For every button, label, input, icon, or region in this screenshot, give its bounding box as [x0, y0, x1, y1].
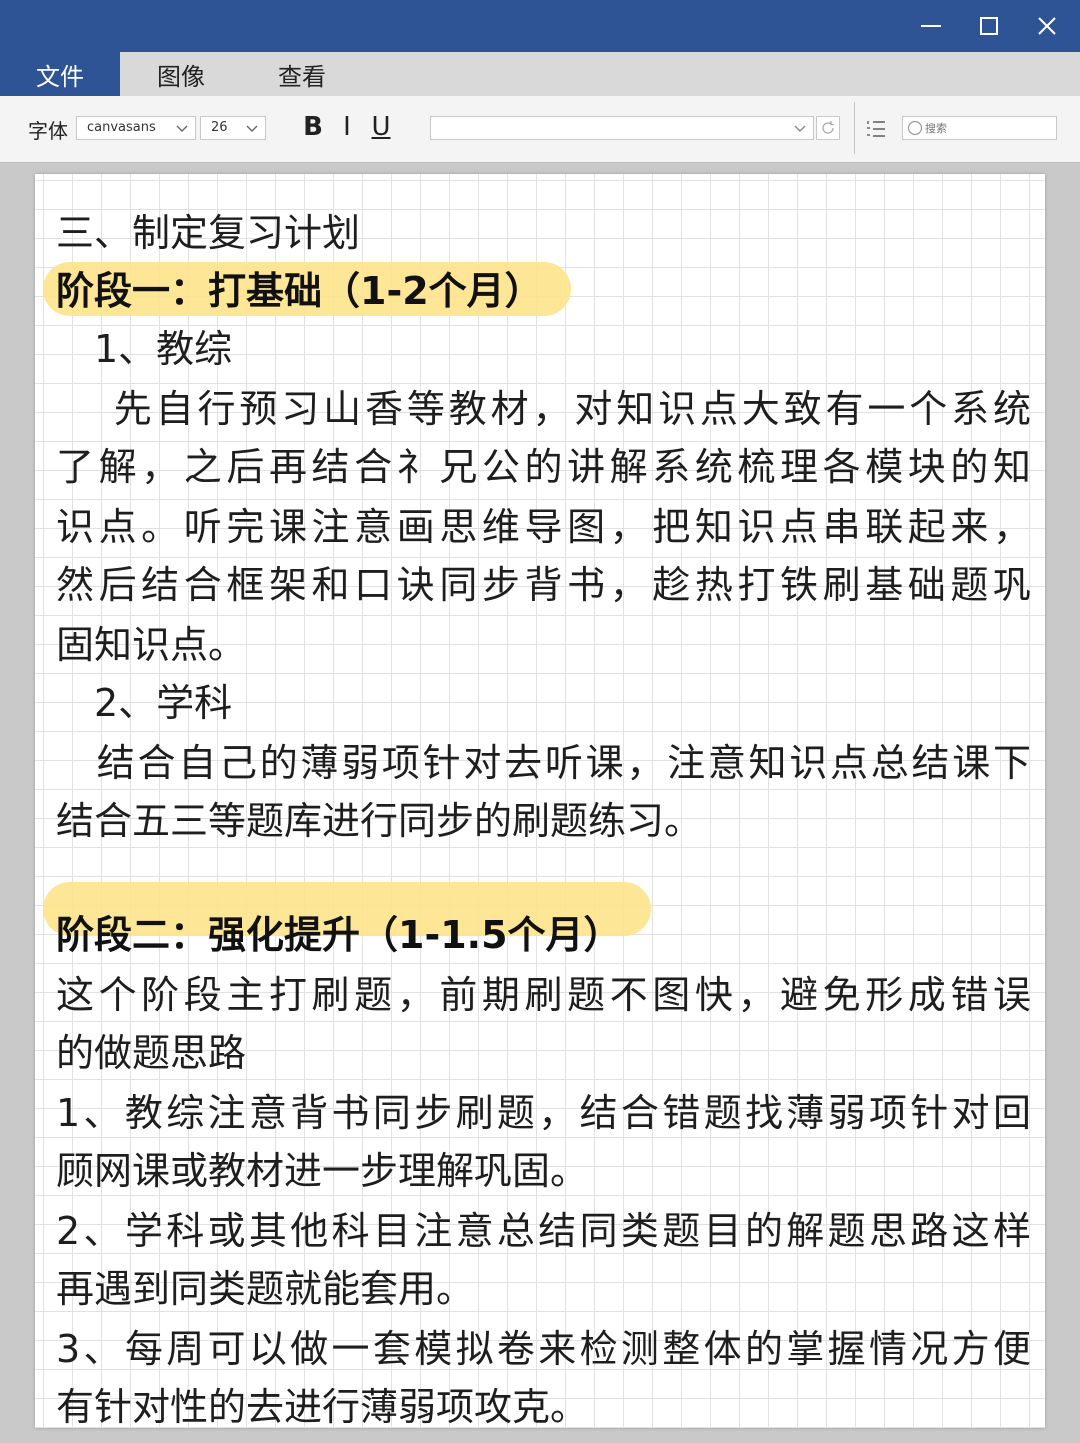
paragraph-line: 然后结合框架和口诀同步背书，趁热打铁刷基础题巩 [56, 563, 1031, 607]
chevron-down-icon [246, 125, 258, 132]
paragraph-line: 这个阶段主打刷题，前期刷题不图快，避免形成错误 [56, 973, 1031, 1017]
style-select[interactable] [430, 116, 814, 140]
stage1-item2-title: 2、学科 [56, 681, 233, 725]
menu-view[interactable]: 查看 [242, 52, 362, 96]
menu-bar: 文件 图像 查看 [0, 52, 1080, 96]
paragraph-line: 1、教综注意背书同步刷题，结合错题找薄弱项针对回 [56, 1091, 1031, 1135]
close-icon [1038, 17, 1056, 35]
underline-button[interactable]: U [366, 110, 396, 144]
font-size-value: 26 [211, 120, 228, 135]
minimize-icon [921, 25, 941, 27]
format-toolbar: 字体 canvasans 26 B I U [0, 96, 1080, 163]
numbered-list-icon[interactable] [866, 118, 886, 140]
menu-image[interactable]: 图像 [121, 52, 241, 96]
paragraph-line: 2、学科或其他科目注意总结同类题目的解题思路这样 [56, 1209, 1031, 1253]
paragraph-line: 再遇到同类题就能套用。 [56, 1267, 475, 1311]
search-icon [907, 120, 923, 136]
font-family-select[interactable]: canvasans [76, 116, 196, 140]
minimize-button[interactable] [902, 0, 960, 52]
document-page[interactable]: 三、制定复习计划 阶段一：打基础（1-2个月） 1、教综 先自行预习山香等教材，… [35, 174, 1045, 1428]
chevron-down-icon [176, 125, 188, 132]
paragraph-line: 的做题思路 [56, 1031, 247, 1075]
paragraph-line: 识点。听完课注意画思维导图，把知识点串联起来， [56, 505, 1031, 549]
maximize-button[interactable] [960, 0, 1018, 52]
refresh-icon [822, 121, 834, 134]
toolbar-divider [854, 102, 855, 154]
stage1-heading: 阶段一：打基础（1-2个月） [56, 269, 543, 313]
italic-button[interactable]: I [332, 110, 362, 144]
menu-file[interactable]: 文件 [0, 52, 120, 96]
section-heading: 三、制定复习计划 [56, 211, 361, 255]
paragraph-line: 固知识点。 [56, 623, 247, 667]
paragraph-line: 顾网课或教材进一步理解巩固。 [56, 1149, 589, 1193]
stage1-item1-title: 1、教综 [56, 327, 233, 371]
font-size-select[interactable]: 26 [200, 116, 266, 140]
paragraph-line: 结合五三等题库进行同步的刷题练习。 [56, 799, 703, 843]
paragraph-line: 了解，之后再结合礻兄公的讲解系统梳理各模块的知 [56, 445, 1031, 489]
font-label: 字体 [28, 119, 68, 143]
maximize-icon [980, 17, 998, 35]
paragraph-line: 先自行预习山香等教材，对知识点大致有一个系统 [56, 387, 1031, 431]
window-titlebar [0, 0, 1080, 52]
chevron-down-icon [794, 125, 806, 132]
refresh-button[interactable] [816, 116, 840, 140]
font-family-value: canvasans [87, 120, 156, 135]
paragraph-line: 有针对性的去进行薄弱项攻克。 [56, 1385, 589, 1428]
stage2-heading: 阶段二：强化提升（1-1.5个月） [56, 913, 622, 957]
close-button[interactable] [1018, 0, 1076, 52]
search-box[interactable] [902, 116, 1057, 140]
search-input[interactable] [925, 118, 1051, 138]
bold-button[interactable]: B [298, 110, 328, 144]
paragraph-line: 3、每周可以做一套模拟卷来检测整体的掌握情况方便 [56, 1327, 1031, 1371]
paragraph-line: 结合自己的薄弱项针对去听课，注意知识点总结课下 [56, 741, 1031, 785]
